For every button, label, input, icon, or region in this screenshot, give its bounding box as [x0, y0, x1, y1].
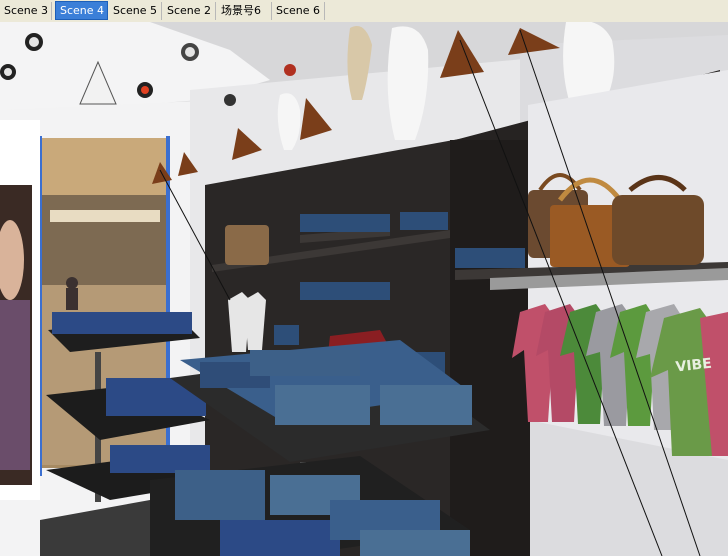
tab-scene-5[interactable]: Scene 5: [109, 2, 162, 20]
tab-scene-3[interactable]: Scene 3: [0, 2, 52, 20]
mall-ceiling: [40, 138, 168, 198]
tab-scene-2[interactable]: Scene 2: [163, 2, 216, 20]
mall-storefront: [40, 195, 168, 285]
tab-scene-6[interactable]: Scene 6: [272, 2, 325, 20]
shopper-body: [66, 288, 78, 310]
tab-scene-4[interactable]: Scene 4: [55, 1, 108, 20]
shopper: [66, 277, 78, 289]
mall-sign: [50, 210, 160, 222]
tab-scene-6-cn[interactable]: 场景号6: [217, 2, 272, 20]
3d-viewport[interactable]: VIBE: [0, 22, 728, 556]
poster-dress: [0, 300, 30, 470]
scene-tab-bar: Scene 3 Scene 4 Scene 5 Scene 2 场景号6 Sce…: [0, 0, 728, 23]
